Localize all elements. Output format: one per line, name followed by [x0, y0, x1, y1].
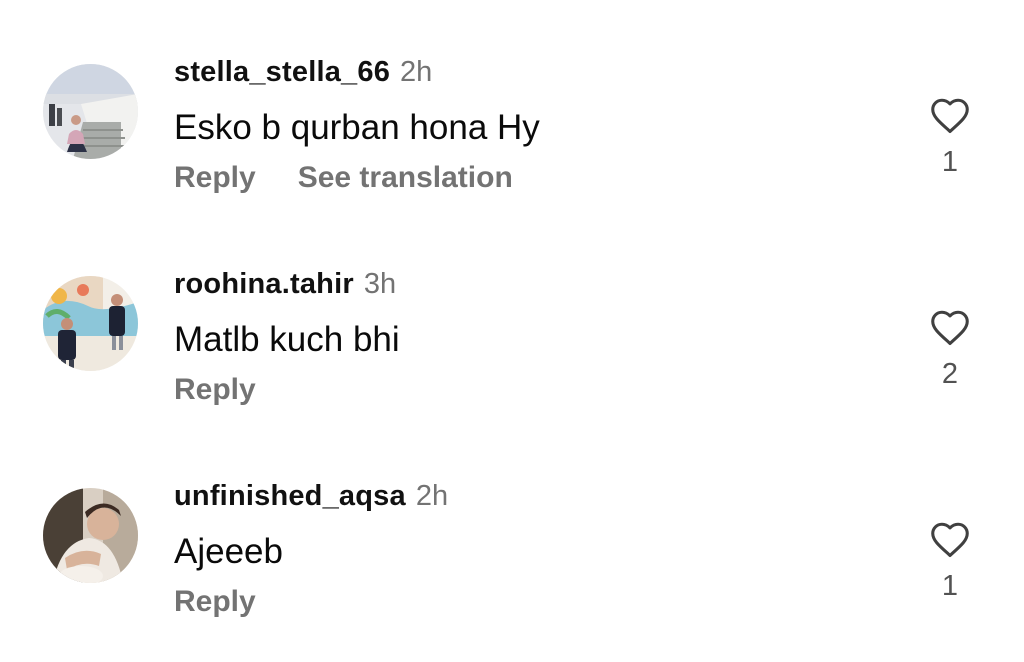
comment-text: Matlb kuch bhi — [174, 320, 400, 359]
avatar[interactable] — [43, 64, 138, 159]
comment-header: stella_stella_66 2h — [174, 56, 432, 92]
comment-time: 3h — [363, 268, 397, 300]
comment-item: stella_stella_66 2h Esko b qurban hona Hy… — [0, 0, 1024, 200]
comment-text: Ajeeeb — [174, 532, 283, 571]
comment-text: Esko b qurban hona Hy — [174, 108, 540, 147]
like-count: 1 — [941, 570, 959, 602]
comment-time: 2h — [415, 480, 449, 512]
comment-actions: Reply — [174, 585, 256, 619]
username-link[interactable]: stella_stella_66 — [174, 56, 390, 88]
username-link[interactable]: unfinished_aqsa — [174, 480, 406, 512]
comment-header: unfinished_aqsa 2h — [174, 480, 448, 516]
reply-button[interactable]: Reply — [174, 585, 256, 618]
avatar-image — [43, 276, 138, 371]
comment-actions: Reply — [174, 373, 256, 407]
like-count: 2 — [941, 358, 959, 390]
avatar-image — [43, 64, 138, 159]
avatar[interactable] — [43, 276, 138, 371]
comment-item: roohina.tahir 3h Matlb kuch bhi Reply 2 — [0, 212, 1024, 412]
heart-icon[interactable] — [927, 516, 973, 562]
avatar-image — [43, 488, 138, 583]
avatar[interactable] — [43, 488, 138, 583]
reply-button[interactable]: Reply — [174, 161, 256, 194]
comment-header: roohina.tahir 3h — [174, 268, 396, 304]
username-link[interactable]: roohina.tahir — [174, 268, 354, 300]
like-control: 1 — [924, 92, 976, 179]
comment-actions: Reply See translation — [174, 161, 513, 195]
reply-button[interactable]: Reply — [174, 373, 256, 406]
comment-time: 2h — [400, 56, 433, 88]
like-control: 2 — [924, 304, 976, 391]
comment-item: unfinished_aqsa 2h Ajeeeb Reply 1 — [0, 424, 1024, 624]
see-translation-button[interactable]: See translation — [298, 161, 513, 194]
heart-icon[interactable] — [927, 92, 973, 138]
like-control: 1 — [924, 516, 976, 603]
heart-icon[interactable] — [927, 304, 973, 350]
like-count: 1 — [941, 146, 959, 178]
